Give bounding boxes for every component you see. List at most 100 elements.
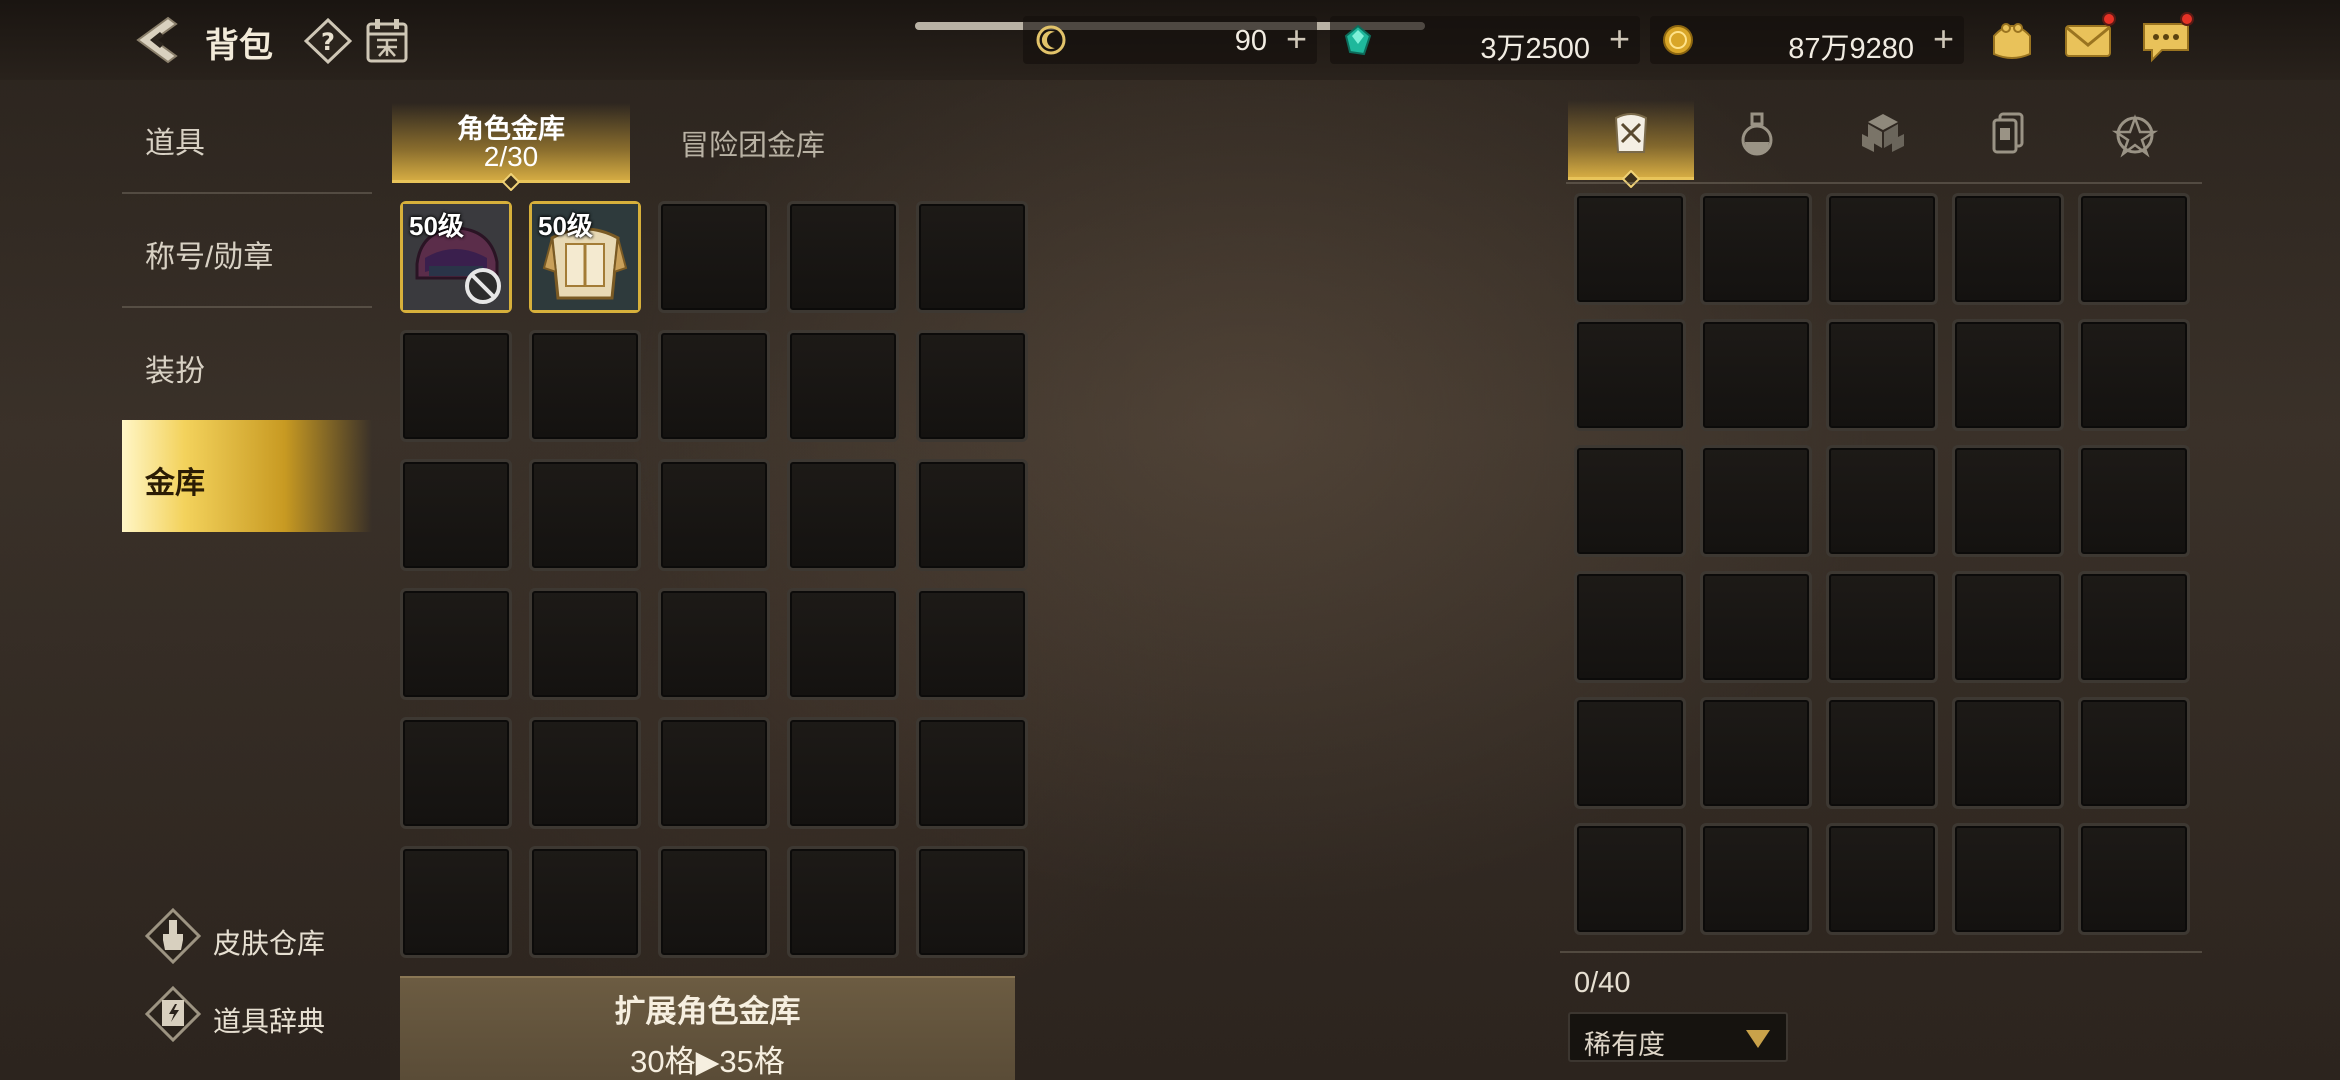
inventory-slot-empty[interactable] bbox=[1574, 193, 1686, 305]
inventory-slot-empty[interactable] bbox=[1700, 193, 1812, 305]
storage-slot-empty[interactable] bbox=[400, 330, 512, 442]
storage-slot-empty[interactable] bbox=[658, 588, 770, 700]
storage-slot-empty[interactable] bbox=[658, 459, 770, 571]
storage-slot-empty[interactable] bbox=[658, 717, 770, 829]
storage-slot-empty[interactable] bbox=[787, 330, 899, 442]
storage-slot-empty[interactable] bbox=[529, 717, 641, 829]
inventory-slot-empty[interactable] bbox=[1700, 823, 1812, 935]
inventory-slot-empty[interactable] bbox=[1826, 319, 1938, 431]
sidebar-item-outfit[interactable]: 装扮 bbox=[122, 308, 372, 420]
inventory-slot-empty[interactable] bbox=[1700, 571, 1812, 683]
tab-category-material[interactable] bbox=[1820, 100, 1946, 180]
sidebar-item-label: 称号/勋章 bbox=[145, 241, 274, 274]
storage-slot-empty[interactable] bbox=[658, 201, 770, 313]
currency-value: 90 bbox=[1234, 25, 1267, 57]
purse-button[interactable] bbox=[1984, 14, 2040, 66]
inventory-slot-empty[interactable] bbox=[1952, 697, 2064, 809]
expand-vault-button[interactable]: 扩展角色金库 30格▶35格 bbox=[400, 976, 1015, 1080]
storage-slot-empty[interactable] bbox=[787, 201, 899, 313]
inventory-slot-empty[interactable] bbox=[1952, 823, 2064, 935]
inventory-slot-empty[interactable] bbox=[1826, 823, 1938, 935]
emblem-category-icon bbox=[2111, 114, 2159, 158]
sidebar-item-titles[interactable]: 称号/勋章 bbox=[122, 194, 372, 306]
currency-gold: 87万9280 + bbox=[1650, 16, 1964, 65]
inventory-slot-empty[interactable] bbox=[2078, 193, 2190, 305]
inventory-slot-empty[interactable] bbox=[1952, 319, 2064, 431]
storage-slot-empty[interactable] bbox=[529, 588, 641, 700]
inventory-slot-empty[interactable] bbox=[1952, 193, 2064, 305]
tab-category-potion[interactable] bbox=[1694, 100, 1820, 180]
inventory-slot-empty[interactable] bbox=[1574, 445, 1686, 557]
add-currency-button[interactable]: + bbox=[1933, 20, 1954, 58]
storage-slot-empty[interactable] bbox=[400, 846, 512, 958]
purse-icon bbox=[1993, 23, 2031, 59]
tab-category-card[interactable] bbox=[1946, 100, 2072, 180]
inventory-slot-empty[interactable] bbox=[2078, 697, 2190, 809]
top-bar: 背包 ? 90 + 3万2500 + 87万9280 + bbox=[0, 0, 2340, 80]
currency-value: 87万9280 bbox=[1788, 33, 1914, 65]
inventory-slot-empty[interactable] bbox=[1826, 571, 1938, 683]
gold-coin-icon bbox=[1663, 25, 1693, 55]
material-category-icon bbox=[1862, 114, 1904, 152]
inventory-slot-empty[interactable] bbox=[2078, 823, 2190, 935]
tab-category-emblem[interactable] bbox=[2072, 100, 2198, 180]
svg-text:?: ? bbox=[321, 28, 335, 56]
mail-button[interactable] bbox=[2060, 12, 2116, 66]
divider bbox=[1560, 951, 2202, 953]
sidebar-item-label: 装扮 bbox=[145, 355, 205, 388]
inventory-slot-empty[interactable] bbox=[1952, 571, 2064, 683]
storage-slot-empty[interactable] bbox=[400, 717, 512, 829]
inventory-slot-empty[interactable] bbox=[1574, 319, 1686, 431]
potion-category-icon bbox=[1741, 112, 1773, 156]
storage-slot-empty[interactable] bbox=[658, 846, 770, 958]
storage-slot-empty[interactable] bbox=[400, 459, 512, 571]
storage-slot-empty[interactable] bbox=[916, 330, 1028, 442]
storage-slot-item[interactable]: 50级 bbox=[529, 201, 641, 313]
add-currency-button[interactable]: + bbox=[1609, 20, 1630, 58]
inventory-slot-empty[interactable] bbox=[1700, 445, 1812, 557]
chat-button[interactable] bbox=[2138, 12, 2194, 66]
calendar-button[interactable] bbox=[365, 18, 409, 64]
storage-slot-empty[interactable] bbox=[787, 846, 899, 958]
storage-slot-empty[interactable] bbox=[916, 717, 1028, 829]
storage-slot-empty[interactable] bbox=[916, 201, 1028, 313]
inventory-slot-empty[interactable] bbox=[1826, 697, 1938, 809]
sort-dropdown[interactable]: 稀有度 bbox=[1568, 1012, 1788, 1062]
sidebar-item-vault[interactable]: 金库 bbox=[122, 420, 372, 532]
storage-slot-empty[interactable] bbox=[787, 717, 899, 829]
selected-marker-icon bbox=[502, 173, 520, 191]
inventory-slot-empty[interactable] bbox=[1574, 697, 1686, 809]
skin-storage-label: 皮肤仓库 bbox=[213, 928, 326, 959]
tab-team-vault[interactable]: 冒险团金库 bbox=[680, 122, 825, 164]
tab-category-armor[interactable] bbox=[1568, 100, 1694, 188]
storage-slot-empty[interactable] bbox=[916, 846, 1028, 958]
inventory-slot-empty[interactable] bbox=[1952, 445, 2064, 557]
inventory-slot-empty[interactable] bbox=[1574, 823, 1686, 935]
inventory-slot-empty[interactable] bbox=[1700, 319, 1812, 431]
inventory-slot-empty[interactable] bbox=[2078, 571, 2190, 683]
storage-slot-empty[interactable] bbox=[529, 459, 641, 571]
inventory-slot-empty[interactable] bbox=[1700, 697, 1812, 809]
sidebar-item-items[interactable]: 道具 bbox=[122, 80, 372, 192]
inventory-slot-empty[interactable] bbox=[1826, 193, 1938, 305]
notification-badge bbox=[2102, 12, 2116, 26]
inventory-slot-empty[interactable] bbox=[1826, 445, 1938, 557]
inventory-slot-empty[interactable] bbox=[1574, 571, 1686, 683]
inventory-slot-empty[interactable] bbox=[2078, 445, 2190, 557]
storage-slot-empty[interactable] bbox=[400, 588, 512, 700]
storage-slot-empty[interactable] bbox=[787, 459, 899, 571]
storage-slot-empty[interactable] bbox=[916, 459, 1028, 571]
add-currency-button[interactable]: + bbox=[1286, 20, 1307, 58]
storage-slot-empty[interactable] bbox=[529, 330, 641, 442]
inventory-slot-empty[interactable] bbox=[2078, 319, 2190, 431]
tab-character-vault[interactable]: 角色金库 2/30 bbox=[392, 103, 630, 191]
armor-category-icon bbox=[1614, 113, 1648, 153]
storage-slot-empty[interactable] bbox=[916, 588, 1028, 700]
storage-slot-empty[interactable] bbox=[658, 330, 770, 442]
storage-slot-empty[interactable] bbox=[529, 846, 641, 958]
back-button[interactable] bbox=[132, 14, 192, 66]
storage-slot-empty[interactable] bbox=[787, 588, 899, 700]
inventory-count: 0/40 bbox=[1574, 967, 1631, 999]
help-button[interactable]: ? bbox=[303, 17, 353, 65]
storage-slot-item[interactable]: 50级 bbox=[400, 201, 512, 313]
